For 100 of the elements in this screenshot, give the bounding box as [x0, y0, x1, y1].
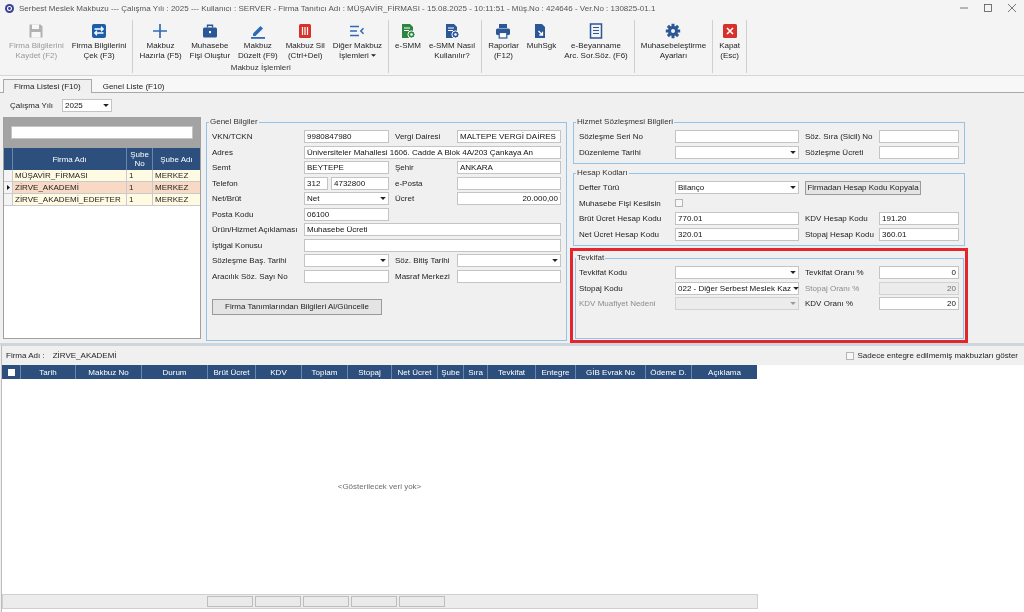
field-label: Ücret: [395, 194, 416, 203]
text-field[interactable]: [457, 269, 561, 283]
phone-field[interactable]: 4732800: [331, 176, 389, 190]
dropdown[interactable]: Bilanço: [675, 181, 799, 194]
toolbar-button[interactable]: Makbuz Sil (Ctrl+Del): [281, 20, 329, 63]
toolbar-button[interactable]: Kapat (Esc): [715, 20, 745, 73]
column-header: Açıklama: [691, 365, 757, 379]
text-field[interactable]: [879, 145, 959, 159]
toolbar-button[interactable]: e-SMM: [391, 20, 425, 73]
text-field[interactable]: 770.01: [675, 212, 799, 225]
toolbar-button[interactable]: Muhasebeleştirme Ayarları: [636, 20, 711, 73]
text-field[interactable]: MALTEPE VERGİ DAİRES: [457, 130, 561, 143]
firm-name: ZİRVE_AKADEMİ: [52, 351, 117, 360]
toolbar-button[interactable]: Diğer Makbuz İşlemleri: [328, 20, 387, 63]
dropdown[interactable]: [675, 266, 799, 279]
field-label: Net Ücret Hesap Kodu: [579, 229, 661, 239]
toolbar-button[interactable]: Raporlar (F12): [484, 20, 523, 73]
text-field[interactable]: 06100: [304, 207, 389, 221]
field-label: Aracılık Söz. Sayı No: [212, 271, 289, 281]
column-header: Toplam: [301, 365, 347, 379]
column-header: Entegre: [535, 365, 575, 379]
dropdown[interactable]: 022 - Diğer Serbest Meslek Kaz: [675, 281, 799, 295]
caret-icon: [790, 271, 796, 274]
column-header: Durum: [141, 365, 207, 379]
table-cell: 1: [126, 194, 152, 205]
printer-icon: [495, 23, 512, 39]
field-label: Sözleşme Ücreti: [805, 147, 865, 157]
table-row[interactable]: ZİRVE_AKADEMİ_EDEFTER 1 MERKEZ: [4, 194, 200, 206]
caret-icon: [790, 302, 796, 305]
text-field[interactable]: ANKARA: [457, 161, 561, 174]
app-logo-icon: [5, 3, 14, 13]
text-field[interactable]: [304, 238, 561, 252]
search-field[interactable]: [11, 126, 193, 139]
column-header: Ödeme D.: [645, 365, 691, 379]
tab[interactable]: Genel Liste (F10): [91, 79, 176, 93]
text-field[interactable]: [675, 130, 799, 143]
column-header: Şube: [437, 365, 463, 379]
field-label: Vergi Dairesi: [395, 132, 442, 141]
plus-icon: [152, 23, 169, 39]
checkbox[interactable]: [846, 351, 855, 360]
text-field[interactable]: 320.01: [675, 227, 799, 241]
document-badge-icon: [400, 23, 416, 39]
dropdown[interactable]: [457, 254, 561, 267]
field-label: Tevkifat Oranı %: [805, 268, 865, 277]
field-label: Ürün/Hizmet Açıklaması: [212, 225, 299, 234]
text-field[interactable]: [457, 176, 561, 190]
text-field[interactable]: [304, 269, 389, 283]
table-cell: MERKEZ: [152, 170, 200, 181]
field-label: Stopaj Kodu: [579, 283, 624, 293]
dropdown[interactable]: 2025: [62, 99, 112, 112]
field-label: Düzenleme Tarihi: [579, 147, 642, 157]
caret-icon: [380, 259, 386, 262]
caret-icon: [103, 104, 109, 107]
checkbox[interactable]: [675, 199, 683, 207]
toolbar-button[interactable]: Firma Bilgilerini Çek (F3): [67, 20, 131, 73]
toolbar-button[interactable]: Makbuz Düzelt (F9): [234, 20, 282, 63]
minimize-icon[interactable]: [960, 4, 968, 12]
text-field[interactable]: 9980847980: [304, 130, 389, 143]
column-header: Tevkifat: [487, 365, 535, 379]
tab[interactable]: Firma Listesi (F10): [3, 79, 92, 93]
field-label: Stopaj Oranı %: [805, 283, 861, 293]
text-field[interactable]: Muhasebe Ücreti: [304, 223, 561, 236]
toolbar-button[interactable]: e-Beyanname Arc. Sor.Söz. (F6): [560, 20, 632, 73]
area-code-field[interactable]: 312: [304, 176, 328, 190]
form-button[interactable]: Firmadan Hesap Kodu Kopyala: [805, 180, 921, 195]
field-label: Sözleşme Seri No: [579, 132, 645, 141]
dropdown[interactable]: Net: [304, 192, 389, 205]
dropdown[interactable]: [675, 145, 799, 159]
caret-icon: [790, 186, 796, 189]
text-field[interactable]: Üniversiteler Mahallesi 1606. Cadde A Blok 4A/203 Çankaya An: [304, 145, 561, 159]
column-header: Tarih: [20, 365, 75, 379]
number-field[interactable]: 20: [879, 297, 959, 310]
field-label: Söz. Bitiş Tarihi: [395, 256, 451, 265]
pencil-icon: [249, 23, 266, 39]
maximize-icon[interactable]: [984, 4, 992, 12]
text-field[interactable]: 360.01: [879, 227, 959, 241]
table-cell: ZİRVE_AKADEMİ_EDEFTER: [12, 194, 126, 205]
number-field[interactable]: 20.000,00: [457, 192, 561, 205]
field-label: Şehir: [395, 163, 415, 172]
field-label: VKN/TCKN: [212, 132, 254, 141]
number-field[interactable]: 0: [879, 266, 959, 279]
field-label: e-Posta: [395, 178, 424, 188]
column-header: GİB Evrak No: [575, 365, 645, 379]
close-icon[interactable]: [1008, 4, 1016, 12]
table-row[interactable]: MÜŞAVİR_FİRMASI 1 MERKEZ: [4, 170, 200, 182]
checkbox-label: Sadece entegre edilmemiş makbuzları göster: [857, 351, 1018, 360]
close-icon: [721, 23, 738, 39]
column-header: Stopaj: [347, 365, 391, 379]
toolbar-button[interactable]: e-SMM Nasıl Kullanılır?: [424, 20, 480, 73]
table-row[interactable]: ZİRVE_AKADEMİ 1 MERKEZ: [4, 182, 200, 194]
field-label: Muhasebe Fişi Kesilsin: [579, 198, 662, 208]
toolbar-button[interactable]: Muhasebe Fişi Oluştur: [185, 20, 235, 63]
text-field[interactable]: [879, 130, 959, 143]
toolbar-button[interactable]: Makbuz Hazırla (F5): [135, 20, 186, 63]
toolbar-button[interactable]: MuhSgk: [522, 20, 561, 73]
text-field[interactable]: 191.20: [879, 212, 959, 225]
group-title: Tevkifat: [576, 253, 606, 263]
dropdown[interactable]: [304, 254, 389, 267]
text-field[interactable]: BEYTEPE: [304, 161, 389, 174]
form-button[interactable]: Firma Tanımlarından Bilgileri Al/Güncelle: [212, 298, 382, 315]
